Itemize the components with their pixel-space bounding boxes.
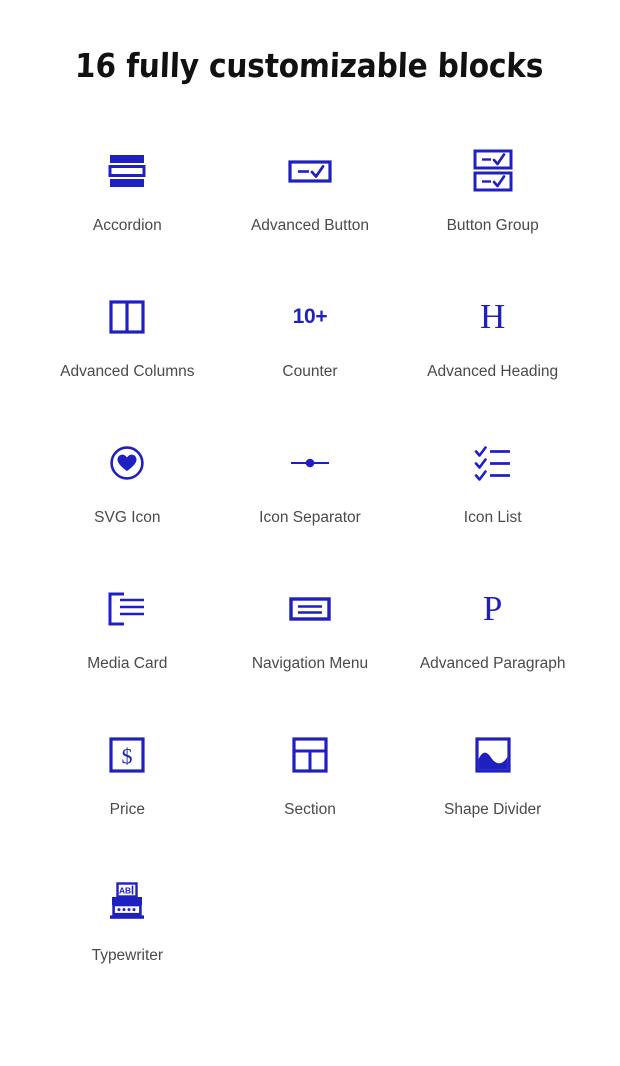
block-label: Media Card [87,654,168,672]
block-label: Section [284,800,336,818]
media-card-icon [36,582,219,636]
block-label: Navigation Menu [251,654,369,672]
advanced-button-icon [219,144,402,198]
block-label: Price [109,800,145,818]
block-card-advanced-heading[interactable]: H Advanced Heading [401,276,584,422]
block-label: Advanced Paragraph [419,654,566,672]
svg-text:$: $ [122,743,133,768]
icon-list-icon [401,436,584,490]
block-label: Button Group [446,216,539,234]
heading-letter-glyph: H [480,297,506,337]
block-label: Icon Separator [259,508,361,526]
block-label: Icon List [463,508,522,526]
block-label: Accordion [92,216,162,234]
block-card-advanced-columns[interactable]: Advanced Columns [36,276,219,422]
block-card-accordion[interactable]: Accordion [36,130,219,276]
block-card-media-card[interactable]: Media Card [36,568,219,714]
accordion-icon [36,144,219,198]
block-card-icon-separator[interactable]: Icon Separator [219,422,402,568]
section-icon [219,728,402,782]
block-card-advanced-paragraph[interactable]: P Advanced Paragraph [401,568,584,714]
block-card-icon-list[interactable]: Icon List [401,422,584,568]
advanced-heading-icon: H [401,290,584,344]
counter-glyph: 10+ [292,304,328,328]
blocks-grid: Accordion Advanced Button Button Group A… [0,130,620,1006]
block-label: Shape Divider [443,800,542,818]
typewriter-letters: AB [119,885,131,895]
shape-divider-icon [401,728,584,782]
counter-icon: 10+ [219,290,402,344]
block-label: Advanced Heading [427,362,559,380]
block-card-price[interactable]: $ Price [36,714,219,860]
paragraph-letter-glyph: P [482,589,503,629]
block-card-counter[interactable]: 10+ Counter [219,276,402,422]
block-card-navigation-menu[interactable]: Navigation Menu [219,568,402,714]
block-label: Advanced Columns [60,362,195,380]
typewriter-icon: AB [36,874,219,928]
price-icon: $ [36,728,219,782]
block-card-button-group[interactable]: Button Group [401,130,584,276]
button-group-icon [401,144,584,198]
advanced-columns-icon [36,290,219,344]
svg-icon-heart-icon [36,436,219,490]
navigation-menu-icon [219,582,402,636]
block-card-advanced-button[interactable]: Advanced Button [219,130,402,276]
advanced-paragraph-icon: P [401,582,584,636]
block-card-shape-divider[interactable]: Shape Divider [401,714,584,860]
block-label: Counter [282,362,338,380]
block-card-typewriter[interactable]: AB Typewriter [36,860,219,1006]
icon-separator-icon [219,436,402,490]
block-label: Typewriter [91,946,164,964]
block-card-section[interactable]: Section [219,714,402,860]
page-title: 16 fully customizable blocks [74,46,545,85]
block-label: Advanced Button [250,216,370,234]
block-card-svg-icon[interactable]: SVG Icon [36,422,219,568]
block-label: SVG Icon [94,508,161,526]
blocks-showcase-page: 16 fully customizable blocks Accordion A… [0,0,620,1066]
